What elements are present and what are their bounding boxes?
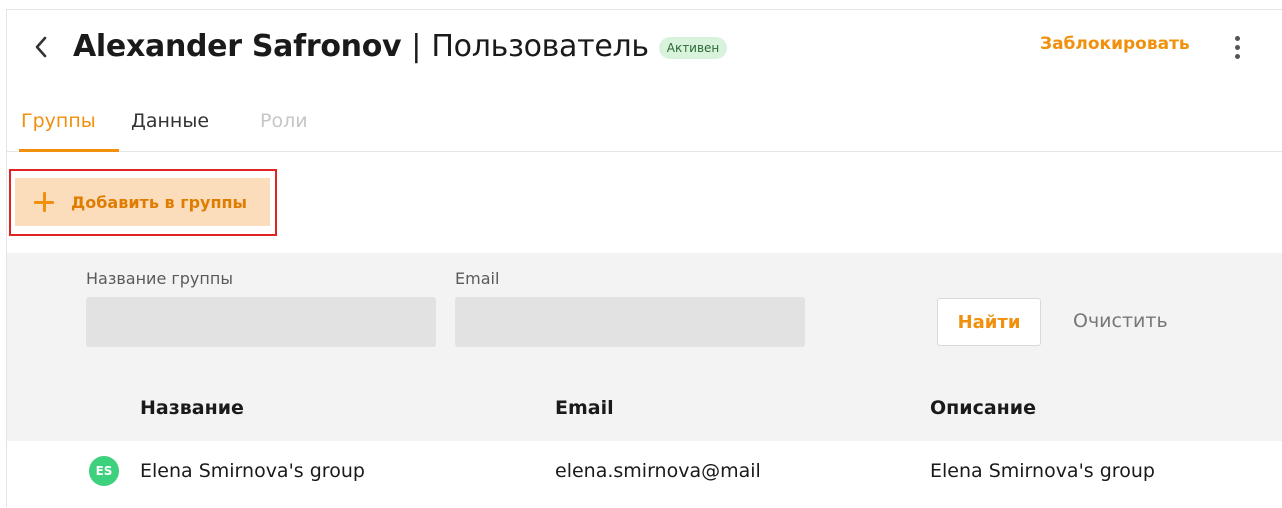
group-email-cell: elena.smirnova@mail: [555, 460, 761, 482]
table-row[interactable]: ES Elena Smirnova's group elena.smirnova…: [7, 441, 1282, 508]
user-page: Alexander Safronov | Пользователь Активе…: [6, 9, 1282, 508]
kebab-dot: [1234, 53, 1240, 59]
group-name-input[interactable]: [86, 297, 436, 347]
column-header-email[interactable]: Email: [555, 397, 614, 419]
email-input[interactable]: [455, 297, 805, 347]
block-user-button[interactable]: Заблокировать: [1040, 34, 1190, 54]
tab-data[interactable]: Данные: [131, 110, 209, 152]
kebab-dot: [1234, 44, 1240, 50]
tab-roles[interactable]: Роли: [260, 110, 308, 152]
chevron-left-icon: [35, 36, 47, 58]
column-header-description[interactable]: Описание: [930, 397, 1036, 419]
page-kind: Пользователь: [431, 28, 649, 64]
find-button[interactable]: Найти: [937, 298, 1041, 346]
title-separator: |: [411, 28, 422, 64]
column-header-name[interactable]: Название: [140, 397, 244, 419]
status-badge: Активен: [658, 37, 728, 59]
kebab-dot: [1234, 35, 1240, 41]
page-title: Alexander Safronov | Пользователь Активе…: [73, 26, 728, 66]
filter-panel: Название группы Email Найти Очистить: [7, 253, 1282, 371]
page-header: Alexander Safronov | Пользователь Активе…: [7, 10, 1282, 86]
more-options-icon[interactable]: [1229, 32, 1245, 62]
plus-icon: [33, 191, 55, 213]
user-name: Alexander Safronov: [73, 28, 402, 64]
group-name-label: Название группы: [86, 269, 233, 288]
add-to-groups-label: Добавить в группы: [71, 192, 248, 212]
group-name-cell[interactable]: Elena Smirnova's group: [140, 460, 365, 482]
clear-button[interactable]: Очистить: [1073, 310, 1168, 332]
tab-groups[interactable]: Группы: [19, 110, 119, 152]
email-label: Email: [455, 269, 500, 288]
back-button[interactable]: [29, 32, 53, 62]
tab-bar: Группы Данные Роли: [7, 102, 1282, 152]
group-description-cell: Elena Smirnova's group: [930, 460, 1155, 482]
avatar: ES: [89, 456, 119, 486]
table-header: Название Email Описание: [7, 371, 1282, 441]
add-to-groups-button[interactable]: Добавить в группы: [15, 178, 270, 226]
